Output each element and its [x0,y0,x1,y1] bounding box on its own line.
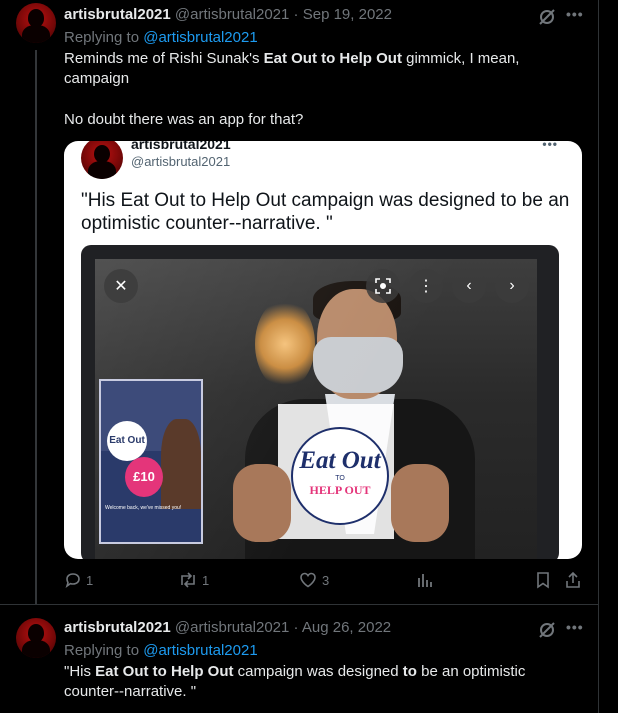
embed-avatar [81,141,123,179]
tweet-date[interactable]: Aug 26, 2022 [302,619,391,636]
poster-footer: Welcome back, we've missed you! [105,505,182,511]
embed-display-name: artisbrutal2021 [131,141,231,152]
replying-to: Replying to @artisbrutal2021 [64,642,258,659]
tweet-text: "His Eat Out to Help Out campaign was de… [64,662,544,702]
embed-photo: Eat Out £10 Welcome back, we've missed y… [81,245,559,559]
retweet-count: 1 [202,572,210,588]
more-vertical-icon[interactable]: ⋮ [409,269,443,303]
poster-price: £10 [125,457,163,497]
tweet-text-part: "His [64,663,96,680]
tweet-header: artisbrutal2021 @artisbrutal2021 · Aug 2… [64,619,391,636]
chevron-right-icon[interactable]: › [495,269,529,303]
grok-icon[interactable] [538,8,556,26]
separator: · [293,6,299,23]
tweet-text-bold: Eat Out to Help Out [95,663,234,680]
left-hand [233,464,291,542]
views-button[interactable] [416,571,434,589]
handle[interactable]: @artisbrutal2021 [175,619,289,636]
reply-icon [65,573,80,588]
avatar[interactable] [16,3,56,43]
tweet-text-part: Reminds me of Rishi Sunak's [64,50,264,67]
separator: · [293,619,299,636]
tweet-text: Reminds me of Rishi Sunak's Eat Out to H… [64,49,544,89]
embed-more-icon: ••• [542,141,558,151]
embedded-screenshot[interactable]: artisbrutal2021 @artisbrutal2021 ••• "Hi… [64,141,582,559]
display-name[interactable]: artisbrutal2021 [64,619,171,636]
photo-scene: Eat Out £10 Welcome back, we've missed y… [95,259,537,559]
analytics-icon [418,574,432,587]
replying-to-label: Replying to [64,642,140,659]
poster-logo: Eat Out [107,421,147,461]
replying-to-handle[interactable]: @artisbrutal2021 [143,642,257,659]
avatar[interactable] [16,618,56,658]
action-bar: 1 1 3 [64,571,584,593]
share-icon [566,571,580,588]
replying-to: Replying to @artisbrutal2021 [64,29,258,46]
like-count: 3 [322,572,330,588]
tweet-text-line: No doubt there was an app for that? [64,111,304,128]
grok-icon[interactable] [538,621,556,639]
lens-icon[interactable] [366,269,400,303]
retweet-button[interactable]: 1 [178,571,209,589]
tweet-text-bold: Eat Out to Help Out [263,50,402,67]
thread-line [35,50,37,605]
heart-icon [300,572,316,588]
tweet-text-part: campaign was designed [233,663,403,680]
right-hand [391,464,449,542]
more-options-icon[interactable]: ••• [566,6,584,22]
poster: Eat Out £10 Welcome back, we've missed y… [99,379,203,544]
bookmark-icon [537,572,549,589]
tweet-text-bold: to [402,663,417,680]
share-button[interactable] [564,571,582,589]
eat-out-logo: Eat Out TO HELP OUT [291,427,389,525]
timeline-column: artisbrutal2021 @artisbrutal2021 · Sep 1… [0,0,599,713]
tweet-date[interactable]: Sep 19, 2022 [303,6,392,23]
bookmark-button[interactable] [535,571,551,589]
embed-handle: @artisbrutal2021 [131,154,231,169]
replying-to-handle[interactable]: @artisbrutal2021 [143,29,257,46]
close-icon[interactable]: ✕ [104,269,138,303]
tweet-header: artisbrutal2021 @artisbrutal2021 · Sep 1… [64,6,392,23]
reply-count: 1 [86,572,94,588]
replying-to-label: Replying to [64,29,140,46]
display-name[interactable]: artisbrutal2021 [64,6,171,23]
retweet-icon [181,572,195,588]
more-options-icon[interactable]: ••• [566,619,584,635]
like-button[interactable]: 3 [299,571,329,589]
chevron-left-icon[interactable]: ‹ [452,269,486,303]
reply-button[interactable]: 1 [64,571,93,589]
embed-text: "His Eat Out to Help Out campaign was de… [81,190,570,234]
handle[interactable]: @artisbrutal2021 [175,6,289,23]
tweet-divider [0,604,599,605]
